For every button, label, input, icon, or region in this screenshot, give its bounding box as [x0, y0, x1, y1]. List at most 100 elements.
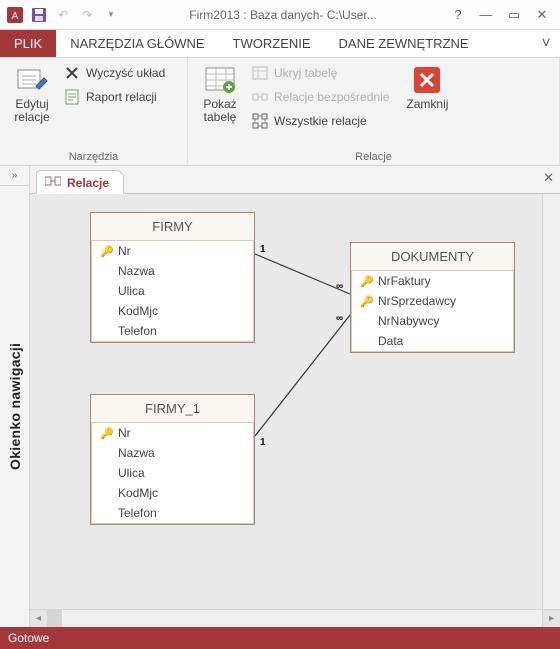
- relation-report-button[interactable]: Raport relacji: [64, 86, 165, 108]
- field-name: Nr: [118, 426, 131, 440]
- table-row[interactable]: Telefon: [92, 503, 253, 523]
- table-title: DOKUMENTY: [351, 243, 514, 271]
- relation-report-icon: [64, 89, 80, 105]
- table-title: FIRMY: [91, 213, 254, 241]
- show-table-icon: [204, 64, 236, 96]
- field-name: Ulica: [118, 466, 145, 480]
- table-row[interactable]: Telefon: [92, 321, 253, 341]
- scroll-right-icon[interactable]: ▸: [542, 610, 560, 627]
- redo-icon[interactable]: ↷: [76, 4, 98, 26]
- table-row[interactable]: 🔑 Nr: [92, 423, 253, 443]
- table-dokumenty[interactable]: DOKUMENTY 🔑 NrFaktury 🔑 NrSprzedawcy NrNab…: [350, 242, 515, 353]
- window-title: Firm2013 : Baza danych- C:\User...: [122, 8, 444, 22]
- field-name: Ulica: [118, 284, 145, 298]
- table-row[interactable]: Ulica: [92, 463, 253, 483]
- table-row[interactable]: Data: [352, 331, 513, 351]
- show-table-label: Pokaż tabelę: [194, 98, 246, 124]
- all-relations-label: Wszystkie relacje: [274, 114, 367, 128]
- field-name: Telefon: [118, 506, 157, 520]
- key-icon: 🔑: [100, 427, 112, 440]
- maximize-icon[interactable]: ▭: [500, 4, 528, 26]
- relations-canvas[interactable]: 1 ∞ 1 ∞ FIRMY 🔑Nr Nazwa Ulica KodMjc Tel…: [30, 194, 542, 609]
- field-name: NrSprzedawcy: [378, 294, 456, 308]
- table-row[interactable]: 🔑 NrFaktury: [352, 271, 513, 291]
- show-table-button[interactable]: Pokaż tabelę: [194, 62, 246, 124]
- nav-expand-icon[interactable]: »: [0, 166, 29, 186]
- scroll-left-icon[interactable]: ◂: [30, 610, 48, 627]
- workspace: » Okienko nawigacji Relacje ✕ 1 ∞ 1: [0, 166, 560, 627]
- quick-access-toolbar: A ↶ ↷ ▾: [4, 4, 122, 26]
- clear-layout-label: Wyczyść układ: [86, 66, 165, 80]
- close-label: Zamknij: [406, 98, 448, 111]
- table-row[interactable]: KodMjc: [92, 483, 253, 503]
- window-controls: ? — ▭ ✕: [444, 4, 556, 26]
- table-row[interactable]: 🔑 NrSprzedawcy: [352, 291, 513, 311]
- key-icon: 🔑: [360, 275, 372, 288]
- table-title: FIRMY_1: [91, 395, 254, 423]
- tab-create[interactable]: TWORZENIE: [219, 30, 325, 57]
- status-bar: Gotowe: [0, 627, 560, 649]
- help-icon[interactable]: ?: [444, 4, 472, 26]
- table-firmy-1[interactable]: FIRMY_1 🔑 Nr Nazwa Ulica KodMjc Telefon: [90, 394, 255, 525]
- field-name: Nr: [118, 244, 131, 258]
- direct-relations-icon: [252, 89, 268, 105]
- cardinality-many: ∞: [336, 313, 343, 324]
- table-firmy[interactable]: FIRMY 🔑 Nr Nazwa Ulica KodMjc Telefon: [90, 212, 255, 343]
- nav-pane-title: Okienko nawigacji: [7, 186, 23, 627]
- tab-relacje[interactable]: Relacje: [36, 170, 124, 194]
- ribbon: Edytuj relacje Wyczyść układ Raport rela…: [0, 58, 560, 166]
- relations-canvas-wrap: 1 ∞ 1 ∞ FIRMY 🔑Nr Nazwa Ulica KodMjc Tel…: [30, 194, 560, 627]
- key-icon: 🔑: [360, 295, 372, 308]
- document-area: Relacje ✕ 1 ∞ 1 ∞ FIRMY 🔑N: [30, 166, 560, 627]
- title-bar: A ↶ ↷ ▾ Firm2013 : Baza danych- C:\User.…: [0, 0, 560, 30]
- svg-text:A: A: [12, 11, 19, 22]
- key-icon: 🔑: [100, 245, 112, 258]
- table-row[interactable]: Ulica: [92, 281, 253, 301]
- field-name: Nazwa: [118, 446, 155, 460]
- tab-file[interactable]: PLIK: [0, 30, 56, 57]
- save-icon[interactable]: [28, 4, 50, 26]
- table-row[interactable]: Nazwa: [92, 261, 253, 281]
- hide-table-button[interactable]: Ukryj tabelę: [252, 62, 389, 84]
- relations-tab-icon: [45, 174, 61, 191]
- field-name: Nazwa: [118, 264, 155, 278]
- ribbon-tabs: PLIK NARZĘDZIA GŁÓWNE TWORZENIE DANE ZEW…: [0, 30, 560, 58]
- status-text: Gotowe: [8, 631, 49, 645]
- edit-relations-button[interactable]: Edytuj relacje: [6, 62, 58, 124]
- undo-icon[interactable]: ↶: [52, 4, 74, 26]
- all-relations-icon: [252, 113, 268, 129]
- edit-relations-label: Edytuj relacje: [6, 98, 58, 124]
- navigation-pane[interactable]: » Okienko nawigacji: [0, 166, 30, 627]
- qat-customize-icon[interactable]: ▾: [100, 4, 122, 26]
- tab-close-icon[interactable]: ✕: [543, 170, 554, 186]
- field-name: NrFaktury: [378, 274, 431, 288]
- direct-relations-label: Relacje bezpośrednie: [274, 90, 389, 104]
- cardinality-one: 1: [260, 244, 266, 255]
- close-icon[interactable]: ✕: [528, 4, 556, 26]
- tab-external[interactable]: DANE ZEWNĘTRZNE: [325, 30, 483, 57]
- relation-report-label: Raport relacji: [86, 90, 157, 104]
- clear-layout-button[interactable]: Wyczyść układ: [64, 62, 165, 84]
- tab-home[interactable]: NARZĘDZIA GŁÓWNE: [56, 30, 218, 57]
- close-button[interactable]: Zamknij: [401, 62, 453, 111]
- group-label-relations: Relacje: [188, 151, 559, 163]
- direct-relations-button[interactable]: Relacje bezpośrednie: [252, 86, 389, 108]
- all-relations-button[interactable]: Wszystkie relacje: [252, 110, 389, 132]
- edit-relations-icon: [16, 64, 48, 96]
- close-relations-icon: [411, 64, 443, 96]
- ribbon-collapse-icon[interactable]: ˅: [532, 30, 560, 57]
- clear-layout-icon: [64, 65, 80, 81]
- field-name: Telefon: [118, 324, 157, 338]
- field-name: NrNabywcy: [378, 314, 439, 328]
- scroll-thumb[interactable]: [48, 610, 62, 627]
- table-row[interactable]: Nazwa: [92, 443, 253, 463]
- table-row[interactable]: NrNabywcy: [352, 311, 513, 331]
- table-row[interactable]: 🔑 Nr: [92, 241, 253, 261]
- hide-table-label: Ukryj tabelę: [274, 66, 337, 80]
- table-row[interactable]: KodMjc: [92, 301, 253, 321]
- minimize-icon[interactable]: —: [472, 4, 500, 26]
- app-icon[interactable]: A: [4, 4, 26, 26]
- horizontal-scrollbar[interactable]: ◂ ▸: [30, 609, 560, 627]
- vertical-scrollbar[interactable]: [542, 194, 560, 609]
- group-label-tools: Narzędzia: [0, 151, 187, 163]
